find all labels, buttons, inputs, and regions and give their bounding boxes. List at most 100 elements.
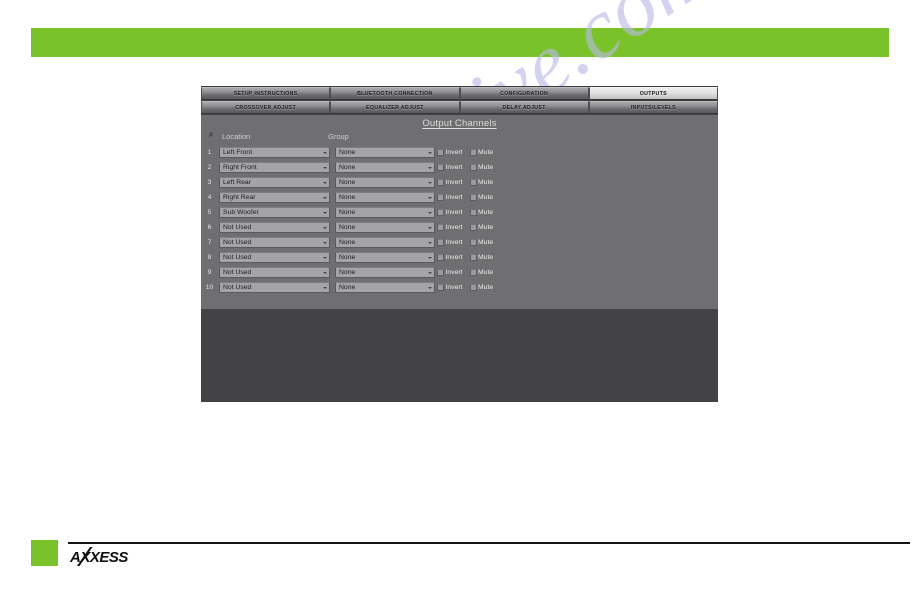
location-select[interactable]: Not Used [219, 282, 330, 293]
invert-checkbox[interactable]: Invert [437, 194, 463, 201]
mute-checkbox[interactable]: Mute [469, 254, 494, 261]
group-select[interactable]: None [335, 237, 435, 248]
location-select[interactable]: Not Used [219, 267, 330, 278]
table-row: 3 Left Rear None Invert Mute [201, 175, 718, 190]
chevron-down-icon [320, 253, 329, 262]
tab-setup-instructions[interactable]: SETUP INSTRUCTIONS [201, 87, 331, 100]
output-channels-panel: # Location Group 1 Left Front None Invert Mu… [201, 131, 718, 401]
tab-inputs-levels[interactable]: INPUTS/LEVELS [588, 101, 718, 114]
group-select[interactable]: None [335, 192, 435, 203]
mute-checkbox[interactable]: Mute [469, 149, 493, 156]
checkbox-icon[interactable] [437, 239, 444, 246]
checkbox-icon[interactable] [437, 194, 444, 201]
mute-checkbox[interactable]: Mute [469, 209, 493, 216]
group-value: None [339, 194, 356, 201]
checkbox-icon[interactable] [469, 239, 477, 246]
tab-row-bottom: CROSSOVER ADJUST EQUALIZER ADJUST DELAY … [201, 101, 718, 114]
row-number: 6 [207, 224, 212, 231]
location-select[interactable]: Sub Woofer [219, 207, 330, 218]
mute-label: Mute [478, 254, 494, 261]
invert-checkbox[interactable]: Invert [437, 224, 463, 231]
checkbox-icon[interactable] [469, 149, 477, 156]
mute-label: Mute [478, 239, 494, 246]
checkbox-icon[interactable] [469, 164, 477, 171]
invert-checkbox[interactable]: Invert [437, 254, 463, 261]
row-number: 5 [207, 209, 212, 216]
location-select[interactable]: Not Used [219, 222, 330, 233]
group-select[interactable]: None [335, 162, 435, 173]
checkbox-icon[interactable] [469, 284, 477, 291]
checkbox-icon[interactable] [437, 164, 444, 171]
chevron-down-icon [425, 148, 434, 157]
invert-checkbox[interactable]: Invert [437, 209, 463, 216]
mute-checkbox[interactable]: Mute [469, 179, 493, 186]
mute-label: Mute [478, 269, 494, 276]
location-select[interactable]: Left Front [219, 147, 330, 158]
chevron-down-icon [320, 163, 329, 172]
group-select[interactable]: None [335, 267, 435, 278]
invert-label: Invert [445, 209, 463, 216]
row-number: 9 [207, 269, 212, 276]
mute-checkbox[interactable]: Mute [469, 239, 494, 246]
checkbox-icon[interactable] [469, 209, 477, 216]
group-select[interactable]: None [335, 222, 435, 233]
location-select[interactable]: Right Rear [219, 192, 330, 203]
location-select[interactable]: Not Used [219, 237, 330, 248]
chevron-down-icon [320, 283, 329, 292]
group-select[interactable]: None [335, 207, 435, 218]
checkbox-icon[interactable] [469, 269, 477, 276]
checkbox-icon[interactable] [437, 269, 444, 276]
checkbox-icon[interactable] [469, 194, 477, 201]
chevron-down-icon [425, 253, 434, 262]
checkbox-icon[interactable] [437, 224, 444, 231]
invert-checkbox[interactable]: Invert [437, 164, 463, 171]
column-header-location: Location [222, 132, 251, 141]
tab-outputs[interactable]: OUTPUTS [588, 87, 718, 100]
table-row: 2 Right Front None Invert Mute [201, 160, 718, 175]
tab-configuration[interactable]: CONFIGURATION [459, 87, 589, 100]
group-select[interactable]: None [335, 147, 435, 158]
chevron-down-icon [320, 178, 329, 187]
checkbox-icon[interactable] [469, 254, 477, 261]
invert-checkbox[interactable]: Invert [437, 239, 463, 246]
checkbox-icon[interactable] [469, 224, 477, 231]
checkbox-icon[interactable] [437, 284, 444, 291]
location-select[interactable]: Right Front [219, 162, 330, 173]
chevron-down-icon [425, 238, 434, 247]
mute-checkbox[interactable]: Mute [469, 269, 494, 276]
checkbox-icon[interactable] [437, 254, 444, 261]
mute-checkbox[interactable]: Mute [469, 164, 494, 171]
group-value: None [339, 164, 356, 171]
group-value: None [339, 239, 356, 246]
mute-checkbox[interactable]: Mute [469, 224, 493, 231]
row-toggles: Invert Mute [437, 284, 493, 291]
location-select[interactable]: Not Used [219, 252, 330, 263]
group-value: None [339, 179, 356, 186]
invert-checkbox[interactable]: Invert [437, 179, 463, 186]
group-value: None [339, 254, 356, 261]
page-title: Output Channels [422, 117, 497, 129]
mute-checkbox[interactable]: Mute [469, 284, 493, 291]
tab-delay-adjust[interactable]: DELAY ADJUST [459, 101, 589, 114]
group-select[interactable]: None [335, 252, 435, 263]
mute-label: Mute [478, 164, 494, 171]
row-number: 10 [205, 284, 214, 291]
location-select[interactable]: Left Rear [219, 177, 330, 188]
checkbox-icon[interactable] [469, 179, 477, 186]
group-select[interactable]: None [335, 177, 435, 188]
checkbox-icon[interactable] [437, 209, 444, 216]
tab-crossover-adjust[interactable]: CROSSOVER ADJUST [201, 101, 331, 114]
group-select[interactable]: None [335, 282, 435, 293]
row-number: 8 [207, 254, 212, 261]
chevron-down-icon [425, 178, 434, 187]
checkbox-icon[interactable] [437, 149, 444, 156]
chevron-down-icon [320, 238, 329, 247]
invert-checkbox[interactable]: Invert [437, 284, 463, 291]
checkbox-icon[interactable] [437, 179, 444, 186]
tab-equalizer-adjust[interactable]: EQUALIZER ADJUST [330, 101, 460, 114]
invert-checkbox[interactable]: Invert [437, 269, 463, 276]
invert-checkbox[interactable]: Invert [437, 149, 463, 156]
mute-checkbox[interactable]: Mute [469, 194, 493, 201]
tab-bluetooth-connection[interactable]: BLUETOOTH CONNECTION [330, 87, 460, 100]
row-toggles: Invert Mute [437, 149, 493, 156]
